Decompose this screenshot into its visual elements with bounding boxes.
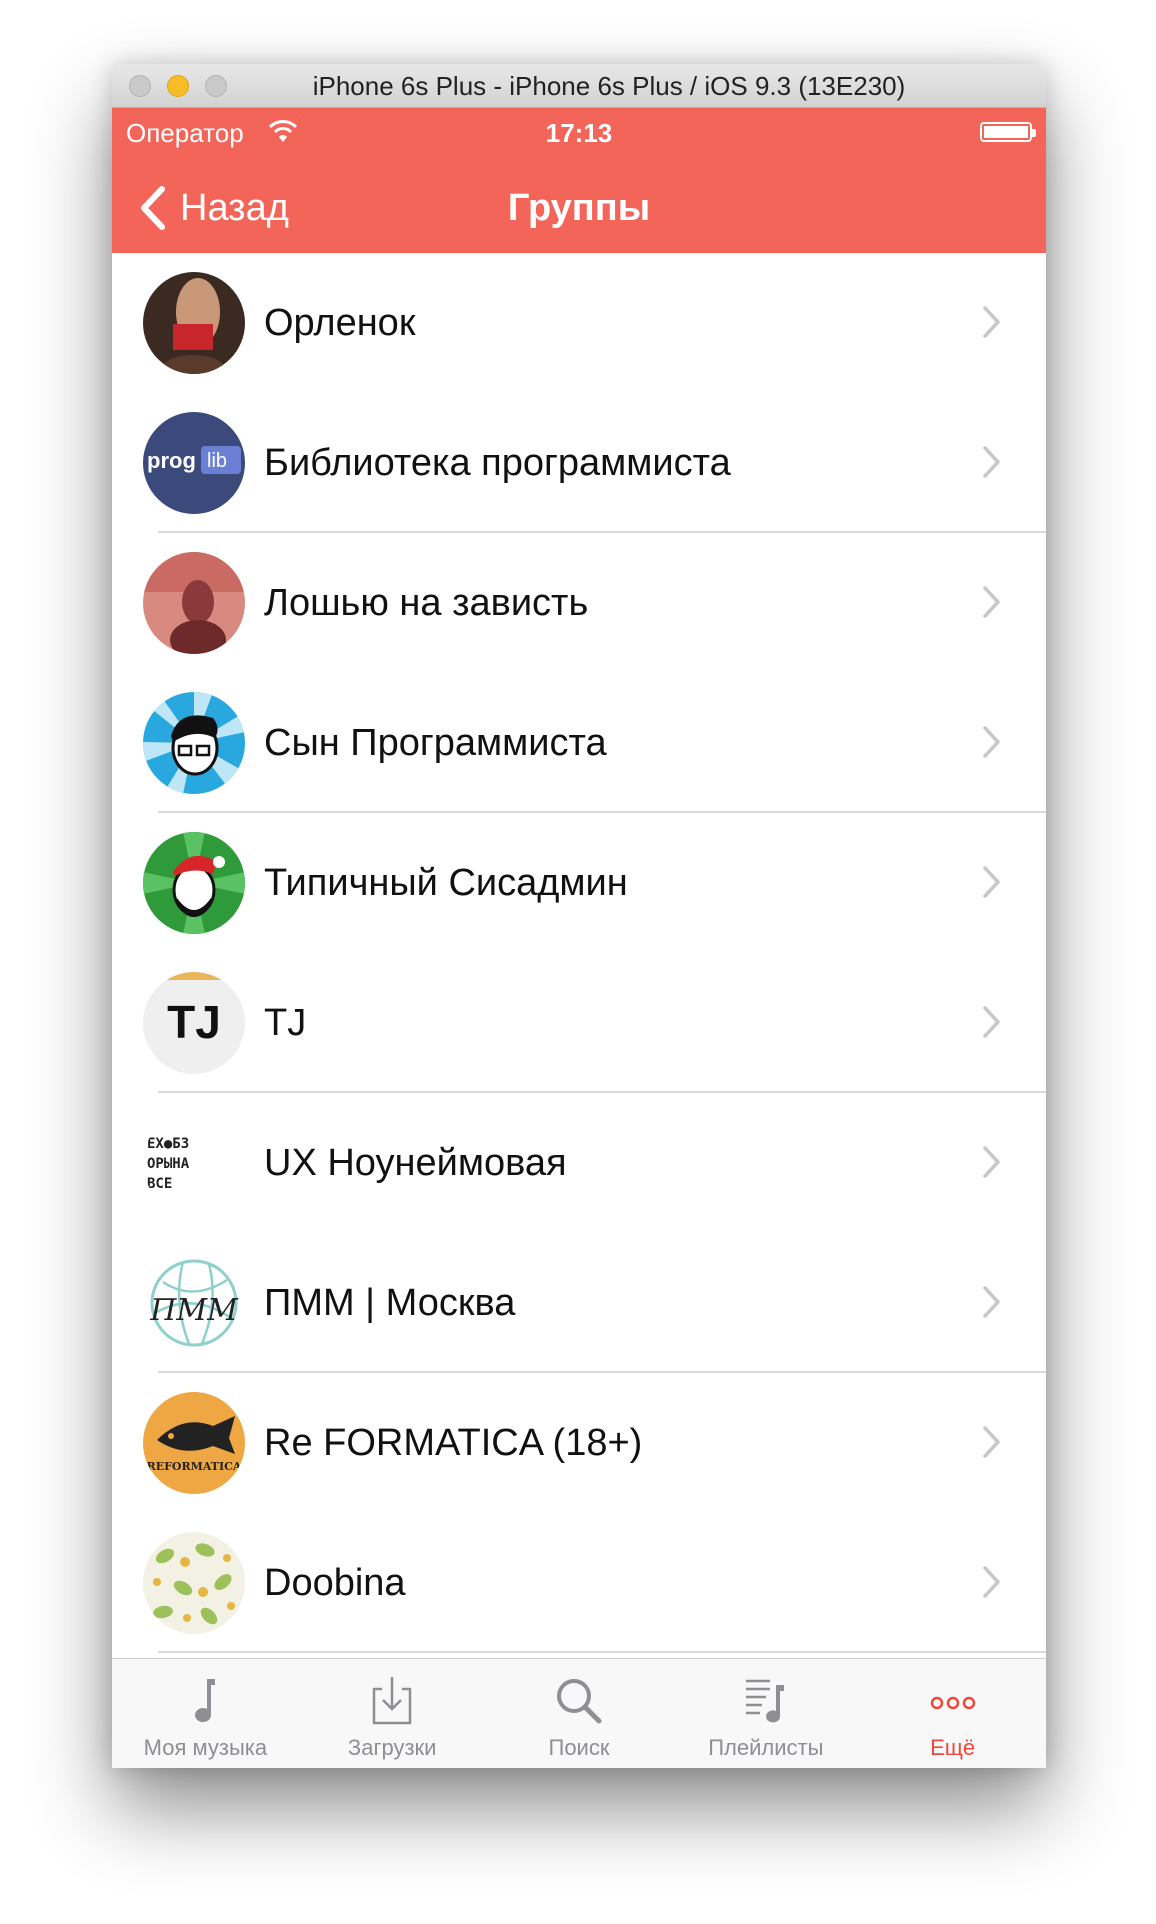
tj-logo-text: TJ bbox=[167, 996, 221, 1048]
list-item[interactable]: Орленок bbox=[112, 253, 1046, 393]
group-name: Орленок bbox=[264, 302, 416, 344]
tab-playlists[interactable]: Плейлисты bbox=[672, 1659, 859, 1768]
search-icon bbox=[556, 1679, 602, 1724]
battery-icon bbox=[980, 122, 1036, 142]
group-avatar bbox=[143, 552, 245, 654]
clock: 17:13 bbox=[545, 118, 613, 148]
row-separator bbox=[158, 1651, 1046, 1653]
pmm-logo-text: ПММ bbox=[149, 1293, 239, 1328]
playlist-icon bbox=[745, 1679, 784, 1723]
group-name: ПММ | Москва bbox=[264, 1282, 516, 1324]
ux-logo-row2: ОРЫНА bbox=[147, 1156, 190, 1172]
chevron-right-icon bbox=[983, 1146, 1000, 1178]
group-avatar: ПММ bbox=[143, 1252, 245, 1354]
list-item[interactable]: Сын Программиста bbox=[112, 673, 1046, 813]
proglib-logo-right: lib bbox=[207, 450, 227, 472]
group-name: Doobina bbox=[264, 1562, 406, 1604]
chevron-right-icon bbox=[983, 446, 1000, 478]
group-avatar bbox=[143, 272, 245, 374]
list-item[interactable]: Лошью на зависть bbox=[112, 533, 1046, 673]
tab-label: Ещё bbox=[930, 1735, 976, 1760]
window-titlebar: iPhone 6s Plus - iPhone 6s Plus / iOS 9.… bbox=[112, 64, 1046, 108]
tab-label: Загрузки bbox=[347, 1735, 437, 1760]
simulator-window: iPhone 6s Plus - iPhone 6s Plus / iOS 9.… bbox=[112, 64, 1046, 1768]
group-name: Лошью на зависть bbox=[264, 582, 589, 624]
tab-more[interactable]: Ещё bbox=[859, 1659, 1046, 1768]
chevron-right-icon bbox=[983, 1286, 1000, 1318]
window-title: iPhone 6s Plus - iPhone 6s Plus / iOS 9.… bbox=[312, 71, 906, 101]
list-item[interactable]: REFORMATICA Re FORMATICA (18+) bbox=[112, 1373, 1046, 1513]
chevron-right-icon bbox=[983, 586, 1000, 618]
tab-label: Моя музыка bbox=[143, 1735, 268, 1760]
list-item[interactable]: prog lib Библиотека программиста bbox=[112, 393, 1046, 533]
list-item[interactable]: Типичный Сисадмин bbox=[112, 813, 1046, 953]
chevron-right-icon bbox=[983, 866, 1000, 898]
music-note-icon bbox=[195, 1679, 216, 1723]
reformatica-logo-text: REFORMATICA bbox=[147, 1460, 242, 1473]
chevron-right-icon bbox=[983, 1566, 1000, 1598]
group-name: Библиотека программиста bbox=[264, 442, 731, 484]
chevron-right-icon bbox=[983, 306, 1000, 338]
download-tray-icon bbox=[372, 1677, 412, 1725]
chevron-right-icon bbox=[983, 1426, 1000, 1458]
proglib-logo-left: prog bbox=[147, 448, 196, 473]
list-item[interactable]: TJ TJ bbox=[112, 953, 1046, 1093]
group-name: Re FORMATICA (18+) bbox=[264, 1422, 643, 1464]
groups-list: Орленок prog lib Библиотека программиста bbox=[112, 253, 1046, 1653]
tab-bar: Моя музыка Загрузки Поиск Плейлисты Ещё bbox=[112, 1658, 1046, 1768]
group-name: Типичный Сисадмин bbox=[264, 862, 628, 904]
group-avatar bbox=[143, 832, 245, 934]
group-avatar bbox=[143, 1532, 245, 1634]
chevron-right-icon bbox=[983, 1006, 1000, 1038]
group-name: TJ bbox=[264, 1002, 307, 1044]
navigation-header: Оператор 17:13 Назад Группы bbox=[112, 108, 1046, 253]
list-item[interactable]: ЕХ●БЗ ОРЫНА ВСЕ UX Ноунеймовая bbox=[112, 1093, 1046, 1233]
group-avatar: REFORMATICA bbox=[143, 1392, 245, 1494]
group-avatar: TJ bbox=[143, 972, 245, 1074]
list-item[interactable]: ПММ ПММ | Москва bbox=[112, 1233, 1046, 1373]
tab-downloads[interactable]: Загрузки bbox=[299, 1659, 486, 1768]
ux-logo-row1: ЕХ●БЗ bbox=[147, 1136, 189, 1152]
group-avatar bbox=[143, 692, 245, 794]
group-name: UX Ноунеймовая bbox=[264, 1142, 567, 1184]
ux-logo-row3: ВСЕ bbox=[147, 1176, 172, 1192]
group-avatar: ЕХ●БЗ ОРЫНА ВСЕ bbox=[143, 1112, 245, 1214]
group-avatar: prog lib bbox=[143, 412, 245, 514]
chevron-right-icon bbox=[983, 726, 1000, 758]
list-item[interactable]: Doobina bbox=[112, 1513, 1046, 1653]
more-dots-icon bbox=[930, 1696, 975, 1710]
tab-search[interactable]: Поиск bbox=[486, 1659, 673, 1768]
group-name: Сын Программиста bbox=[264, 722, 607, 764]
tab-label: Плейлисты bbox=[708, 1735, 824, 1760]
tab-label: Поиск bbox=[548, 1735, 610, 1760]
tab-my-music[interactable]: Моя музыка bbox=[112, 1659, 299, 1768]
page-title: Группы bbox=[507, 187, 651, 229]
